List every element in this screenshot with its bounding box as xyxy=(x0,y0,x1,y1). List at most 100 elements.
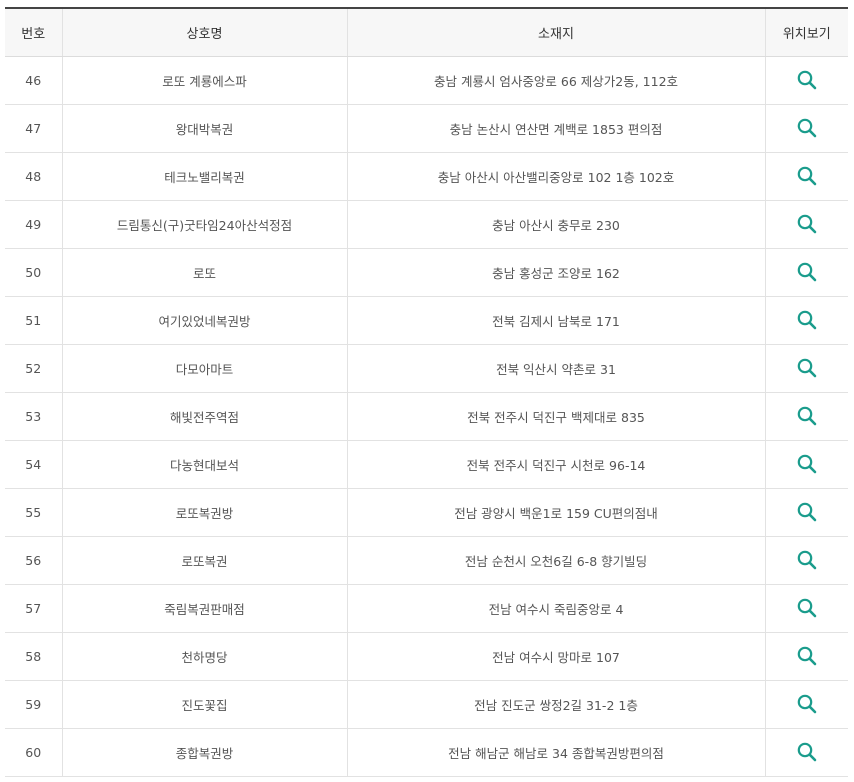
cell-address: 충남 아산시 충무로 230 xyxy=(346,200,765,249)
header-no: 번호 xyxy=(5,7,62,57)
search-icon xyxy=(797,262,817,282)
search-icon xyxy=(797,118,817,138)
view-location-button[interactable] xyxy=(796,597,818,619)
header-name: 상호명 xyxy=(61,7,347,57)
search-icon xyxy=(797,214,817,234)
search-icon xyxy=(797,310,817,330)
table-row: 50 로또 충남 홍성군 조양로 162 xyxy=(5,248,848,297)
cell-no: 47 xyxy=(5,104,62,153)
cell-location xyxy=(764,392,848,441)
cell-store-name: 진도꽃집 xyxy=(61,680,347,729)
search-icon xyxy=(797,406,817,426)
view-location-button[interactable] xyxy=(796,501,818,523)
view-location-button[interactable] xyxy=(796,645,818,667)
view-location-button[interactable] xyxy=(796,69,818,91)
view-location-button[interactable] xyxy=(796,693,818,715)
view-location-button[interactable] xyxy=(796,405,818,427)
cell-location xyxy=(764,248,848,297)
view-location-button[interactable] xyxy=(796,453,818,475)
header-address: 소재지 xyxy=(346,7,765,57)
cell-address: 충남 홍성군 조양로 162 xyxy=(346,248,765,297)
table-row: 55 로또복권방 전남 광양시 백운1로 159 CU편의점내 xyxy=(5,488,848,537)
table-header: 번호 상호명 소재지 위치보기 xyxy=(5,7,848,57)
table-row: 60 종합복권방 전남 해남군 해남로 34 종합복권방편의점 xyxy=(5,728,848,777)
cell-location xyxy=(764,536,848,585)
cell-location xyxy=(764,56,848,105)
cell-store-name: 로또 xyxy=(61,248,347,297)
cell-address: 전북 김제시 남북로 171 xyxy=(346,296,765,345)
table-row: 48 테크노밸리복권 충남 아산시 아산밸리중앙로 102 1층 102호 xyxy=(5,152,848,201)
cell-no: 59 xyxy=(5,680,62,729)
table-row: 47 왕대박복권 충남 논산시 연산면 계백로 1853 편의점 xyxy=(5,104,848,153)
cell-no: 57 xyxy=(5,584,62,633)
cell-location xyxy=(764,344,848,393)
search-icon xyxy=(797,358,817,378)
table-row: 46 로또 계룡에스파 충남 계룡시 엄사중앙로 66 제상가2동, 112호 xyxy=(5,56,848,105)
cell-no: 51 xyxy=(5,296,62,345)
store-table: 번호 상호명 소재지 위치보기 46 로또 계룡에스파 충남 계룡시 엄사중앙로 6… xyxy=(5,7,848,777)
cell-location xyxy=(764,584,848,633)
header-location: 위치보기 xyxy=(764,7,848,57)
table-row: 53 해빛전주역점 전북 전주시 덕진구 백제대로 835 xyxy=(5,392,848,441)
table-row: 54 다농현대보석 전북 전주시 덕진구 시천로 96-14 xyxy=(5,440,848,489)
cell-no: 54 xyxy=(5,440,62,489)
table-row: 56 로또복권 전남 순천시 오천6길 6-8 향기빌딩 xyxy=(5,536,848,585)
cell-store-name: 테크노밸리복권 xyxy=(61,152,347,201)
cell-store-name: 여기있었네복권방 xyxy=(61,296,347,345)
table-row: 52 다모아마트 전북 익산시 약촌로 31 xyxy=(5,344,848,393)
view-location-button[interactable] xyxy=(796,165,818,187)
cell-address: 전남 여수시 망마로 107 xyxy=(346,632,765,681)
cell-no: 50 xyxy=(5,248,62,297)
search-icon xyxy=(797,742,817,762)
table-row: 57 죽림복권판매점 전남 여수시 죽림중앙로 4 xyxy=(5,584,848,633)
cell-store-name: 해빛전주역점 xyxy=(61,392,347,441)
cell-store-name: 다모아마트 xyxy=(61,344,347,393)
cell-address: 충남 아산시 아산밸리중앙로 102 1층 102호 xyxy=(346,152,765,201)
cell-location xyxy=(764,632,848,681)
table-row: 58 천하명당 전남 여수시 망마로 107 xyxy=(5,632,848,681)
search-icon xyxy=(797,598,817,618)
cell-no: 46 xyxy=(5,56,62,105)
cell-no: 56 xyxy=(5,536,62,585)
cell-location xyxy=(764,104,848,153)
cell-store-name: 로또복권방 xyxy=(61,488,347,537)
search-icon xyxy=(797,454,817,474)
store-table-container: 번호 상호명 소재지 위치보기 46 로또 계룡에스파 충남 계룡시 엄사중앙로 6… xyxy=(5,7,848,777)
view-location-button[interactable] xyxy=(796,261,818,283)
view-location-button[interactable] xyxy=(796,213,818,235)
view-location-button[interactable] xyxy=(796,549,818,571)
cell-no: 60 xyxy=(5,728,62,777)
cell-address: 전북 전주시 덕진구 시천로 96-14 xyxy=(346,440,765,489)
table-body: 46 로또 계룡에스파 충남 계룡시 엄사중앙로 66 제상가2동, 112호 47 왕… xyxy=(5,56,848,777)
search-icon xyxy=(797,646,817,666)
cell-store-name: 로또 계룡에스파 xyxy=(61,56,347,105)
table-row: 49 드림통신(구)굿타임24아산석정점 충남 아산시 충무로 230 xyxy=(5,200,848,249)
cell-no: 58 xyxy=(5,632,62,681)
cell-store-name: 다농현대보석 xyxy=(61,440,347,489)
cell-no: 53 xyxy=(5,392,62,441)
cell-address: 전북 전주시 덕진구 백제대로 835 xyxy=(346,392,765,441)
cell-store-name: 로또복권 xyxy=(61,536,347,585)
cell-location xyxy=(764,440,848,489)
cell-address: 전남 광양시 백운1로 159 CU편의점내 xyxy=(346,488,765,537)
cell-address: 충남 계룡시 엄사중앙로 66 제상가2동, 112호 xyxy=(346,56,765,105)
cell-store-name: 왕대박복권 xyxy=(61,104,347,153)
cell-address: 전남 순천시 오천6길 6-8 향기빌딩 xyxy=(346,536,765,585)
cell-location xyxy=(764,152,848,201)
search-icon xyxy=(797,694,817,714)
cell-no: 49 xyxy=(5,200,62,249)
search-icon xyxy=(797,166,817,186)
cell-store-name: 죽림복권판매점 xyxy=(61,584,347,633)
view-location-button[interactable] xyxy=(796,309,818,331)
header-row: 번호 상호명 소재지 위치보기 xyxy=(5,7,848,57)
cell-no: 52 xyxy=(5,344,62,393)
view-location-button[interactable] xyxy=(796,117,818,139)
cell-address: 전남 해남군 해남로 34 종합복권방편의점 xyxy=(346,728,765,777)
cell-location xyxy=(764,200,848,249)
table-row: 51 여기있었네복권방 전북 김제시 남북로 171 xyxy=(5,296,848,345)
cell-address: 전남 진도군 쌍정2길 31-2 1층 xyxy=(346,680,765,729)
table-row: 59 진도꽃집 전남 진도군 쌍정2길 31-2 1층 xyxy=(5,680,848,729)
view-location-button[interactable] xyxy=(796,741,818,763)
cell-location xyxy=(764,680,848,729)
view-location-button[interactable] xyxy=(796,357,818,379)
